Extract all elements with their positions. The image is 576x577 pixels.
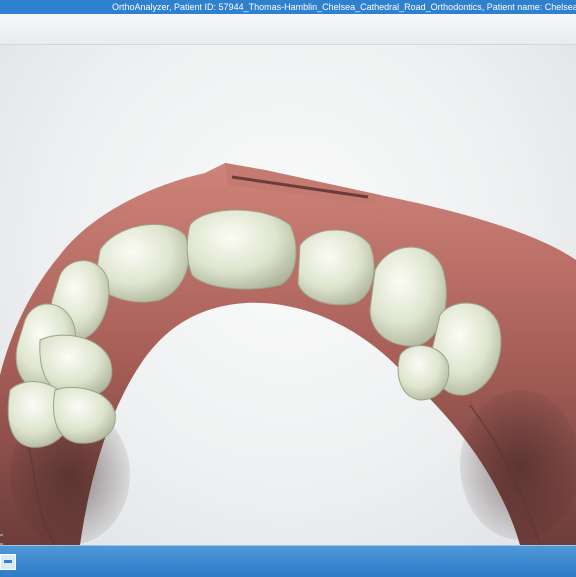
app-taskbar-icon[interactable] (0, 554, 16, 570)
taskbar (0, 545, 576, 577)
window-title-bar: OrthoAnalyzer, Patient ID: 57944_Thomas-… (0, 0, 576, 14)
ribbon-toolbar-area (0, 14, 576, 45)
window-icon (4, 560, 12, 563)
window-title: OrthoAnalyzer, Patient ID: 57944_Thomas-… (112, 2, 576, 12)
side-ruler-ticks (0, 527, 6, 545)
jaw-model-render[interactable] (0, 45, 576, 545)
tick (0, 534, 3, 536)
3d-viewport[interactable] (0, 45, 576, 545)
